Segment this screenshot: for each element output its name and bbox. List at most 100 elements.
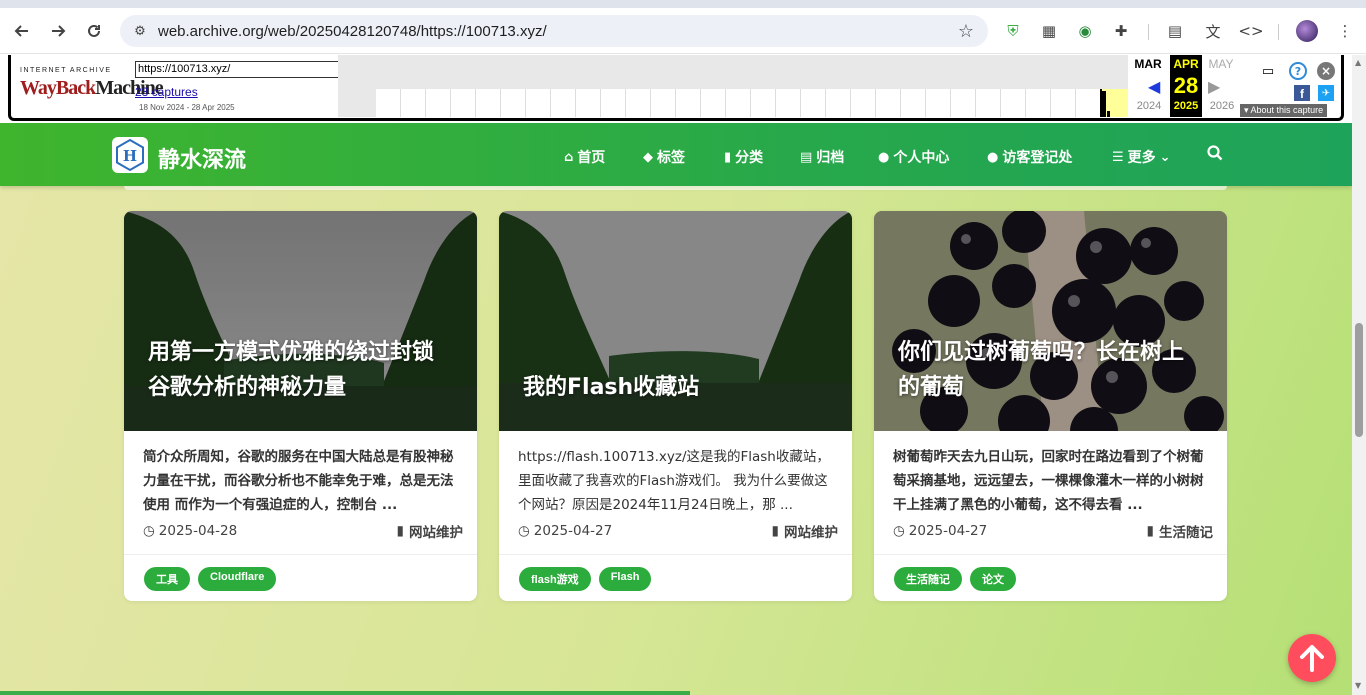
bookmark-icon: ▮ (396, 523, 404, 539)
tag-chip[interactable]: Cloudflare (198, 567, 277, 591)
post-card[interactable]: 我的Flash收藏站 https://flash.100713.xyz/这是我的… (499, 211, 852, 601)
tag-chip[interactable]: 论文 (970, 567, 1016, 591)
post-category[interactable]: ▮ 生活随记 (1147, 521, 1213, 541)
post-tags: flash游戏 Flash (519, 567, 652, 591)
about-capture-toggle[interactable]: ▾ About this capture (1240, 104, 1328, 117)
nav-guestbook[interactable]: ● 访客登记处 (987, 147, 1072, 167)
scroll-up-arrow-icon[interactable]: ▲ (1355, 58, 1361, 67)
shield-extension-icon[interactable]: ⛨ (998, 16, 1028, 46)
address-bar[interactable]: ⚙ web.archive.org/web/20250428120748/htt… (120, 15, 988, 47)
chevron-down-icon: ⌄ (1159, 149, 1171, 165)
nav-search-button[interactable] (1207, 145, 1223, 161)
nav-archive[interactable]: ▤ 归档 (800, 147, 844, 167)
tag-icon: ◆ (643, 149, 653, 165)
back-to-top-button[interactable] (1288, 634, 1336, 682)
post-date-text: 2025-04-27 (908, 523, 988, 539)
wayback-next-year[interactable]: 2026 (1205, 100, 1239, 112)
scroll-down-arrow-icon[interactable]: ▼ (1355, 681, 1361, 690)
scrollbar-thumb[interactable] (1355, 323, 1363, 437)
translate-icon[interactable]: 文 (1198, 16, 1228, 46)
menu-kebab-icon[interactable]: ⋮ (1330, 16, 1360, 46)
nav-tags-label: 标签 (657, 150, 685, 166)
toolbar-separator (1148, 24, 1149, 40)
post-meta: ◷ 2025-04-27 ▮ 生活随记 (893, 521, 1213, 541)
post-category[interactable]: ▮ 网站维护 (397, 521, 463, 541)
site-title[interactable]: 静水深流 (158, 142, 246, 174)
card-divider (124, 554, 477, 555)
page-scrollbar[interactable]: ▲ ▼ (1352, 55, 1366, 695)
forward-icon[interactable] (40, 13, 76, 49)
tag-chip[interactable]: 工具 (144, 567, 190, 591)
nav-archive-label: 归档 (816, 150, 845, 166)
wayback-close-icon[interactable]: × (1316, 61, 1336, 81)
nav-profile-label: 个人中心 (893, 150, 950, 166)
bookmark-icon: ▮ (724, 149, 732, 165)
back-icon[interactable] (4, 13, 40, 49)
post-title[interactable]: 我的Flash收藏站 (523, 370, 822, 405)
nav-home[interactable]: ⌂ 首页 (564, 147, 605, 167)
url-text: web.archive.org/web/20250428120748/https… (158, 22, 547, 40)
post-category-text: 网站维护 (409, 525, 463, 541)
post-title[interactable]: 你们见过树葡萄吗？长在树上的葡萄 (898, 335, 1197, 405)
clock-icon: ◷ (893, 523, 905, 539)
wayback-sparkline-highlight (1100, 89, 1128, 117)
post-date-text: 2025-04-28 (158, 523, 238, 539)
post-card[interactable]: 你们见过树葡萄吗？长在树上的葡萄 树葡萄昨天去九日山玩，回家时在路边看到了个树葡… (874, 211, 1227, 601)
post-excerpt: https://flash.100713.xyz/这是我的Flash收藏站，里面… (518, 449, 830, 513)
wayback-prev-month[interactable]: MAR (1130, 57, 1166, 71)
devtools-icon[interactable]: <> (1236, 16, 1266, 46)
page-content: H 静水深流 ⌂ 首页 ◆ 标签 ▮ 分类 ▤ 归档 ● 个人中心 ● 访客登记… (0, 123, 1352, 695)
post-cover-image[interactable]: 我的Flash收藏站 (499, 211, 852, 431)
post-cover-image[interactable]: 用第一方模式优雅的绕过封锁谷歌分析的神秘力量 (124, 211, 477, 431)
wayback-window-icon[interactable]: ▭ (1258, 61, 1278, 81)
wayback-sparkline-grid (376, 89, 1100, 117)
post-category[interactable]: ▮ 网站维护 (772, 521, 838, 541)
post-category-text: 网站维护 (784, 525, 838, 541)
facebook-share-icon[interactable]: f (1292, 83, 1312, 103)
post-date-text: 2025-04-27 (533, 523, 613, 539)
search-icon (1207, 145, 1223, 161)
nav-categories-label: 分类 (735, 150, 764, 166)
qr-extension-icon[interactable]: ▦ (1034, 16, 1064, 46)
nav-more[interactable]: ☰ 更多 ⌄ (1112, 147, 1171, 167)
nav-categories[interactable]: ▮ 分类 (724, 147, 763, 167)
post-category-text: 生活随记 (1159, 525, 1213, 541)
card-divider (499, 554, 852, 555)
site-logo[interactable]: H (112, 137, 148, 173)
card-divider (874, 554, 1227, 555)
tag-chip[interactable]: flash游戏 (519, 567, 591, 591)
post-card[interactable]: 用第一方模式优雅的绕过封锁谷歌分析的神秘力量 简介众所周知，谷歌的服务在中国大陆… (124, 211, 477, 601)
post-excerpt: 树葡萄昨天去九日山玩，回家时在路边看到了个树葡萄采摘基地，远远望去，一棵棵像灌木… (893, 449, 1204, 513)
bookmark-star-icon[interactable]: ☆ (958, 21, 974, 42)
twitter-share-icon[interactable]: ✈ (1316, 83, 1336, 103)
wayback-captures-link[interactable]: 23 captures (135, 85, 198, 99)
toolbar-separator (1278, 24, 1279, 40)
arrow-up-icon (1300, 645, 1324, 672)
extensions-puzzle-icon[interactable]: ✚ (1106, 16, 1136, 46)
wayback-next-arrow-icon[interactable]: ▶ (1208, 77, 1220, 96)
globe-extension-icon[interactable]: ◉ (1070, 16, 1100, 46)
wayback-toolbar: INTERNET ARCHIVE WayBackMachine https://… (0, 55, 1366, 123)
wayback-current-day: 28 (1173, 73, 1199, 98)
reading-list-icon[interactable]: ▤ (1160, 16, 1190, 46)
nav-profile[interactable]: ● 个人中心 (878, 147, 949, 167)
post-cover-image[interactable]: 你们见过树葡萄吗？长在树上的葡萄 (874, 211, 1227, 431)
tag-chip[interactable]: 生活随记 (894, 567, 962, 591)
site-settings-icon[interactable]: ⚙ (130, 21, 150, 41)
post-tags: 生活随记 论文 (894, 567, 1016, 591)
comments-icon: ● (987, 149, 999, 165)
wayback-prev-arrow-icon[interactable]: ◀ (1148, 77, 1160, 96)
wayback-next-month[interactable]: MAY (1203, 57, 1239, 71)
nav-tags[interactable]: ◆ 标签 (643, 147, 685, 167)
wayback-help-icon[interactable]: ? (1288, 61, 1308, 81)
wayback-prev-year[interactable]: 2024 (1132, 100, 1166, 112)
profile-avatar[interactable] (1292, 16, 1322, 46)
reading-progress-bar (0, 691, 690, 695)
post-date: ◷ 2025-04-27 (518, 523, 612, 539)
tag-chip[interactable]: Flash (598, 567, 652, 591)
reload-icon[interactable] (76, 13, 112, 49)
post-date: ◷ 2025-04-28 (143, 523, 237, 539)
post-title[interactable]: 用第一方模式优雅的绕过封锁谷歌分析的神秘力量 (148, 335, 447, 405)
post-excerpt: 简介众所周知，谷歌的服务在中国大陆总是有股神秘力量在干扰，而谷歌分析也不能幸免于… (143, 449, 454, 513)
wayback-logo-subtitle: INTERNET ARCHIVE (20, 67, 112, 74)
